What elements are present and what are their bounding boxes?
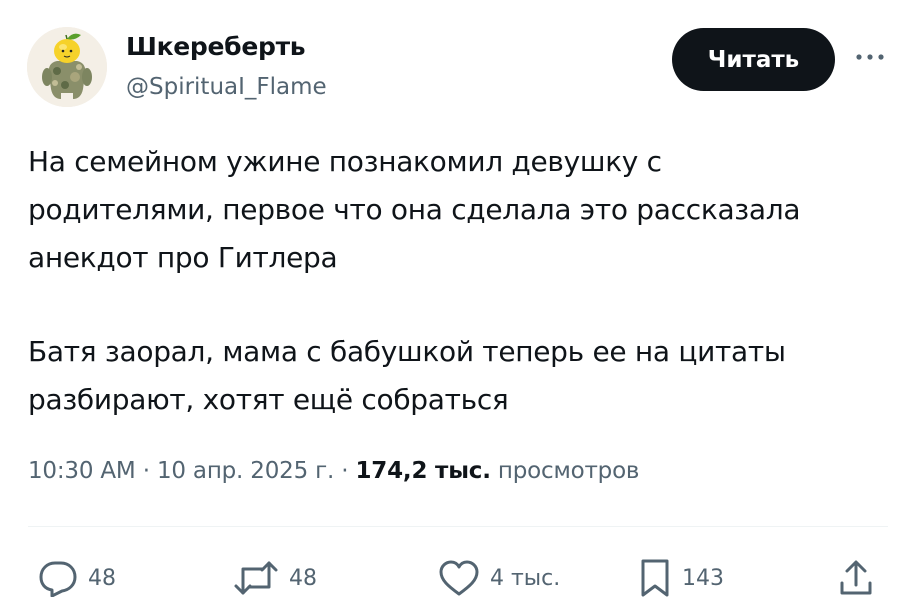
like-button[interactable]: 4 тыс. [438,558,560,598]
bookmark-button[interactable]: 143 [638,558,724,598]
follow-button[interactable]: Читать [672,28,835,91]
heart-icon [438,559,480,597]
tweet-card: Шкереберть @SpirituaI_Flame Читать На се… [0,0,918,615]
meta-separator: · [341,458,349,484]
author-display-name[interactable]: Шкереберть [126,32,306,61]
like-count: 4 тыс. [490,565,561,591]
reply-button[interactable]: 48 [38,558,116,598]
bookmark-count: 143 [682,565,724,591]
tweet-line: анекдот про Гитлера [28,241,338,274]
reply-icon [38,559,78,597]
tweet-meta: 10:30 AM · 10 апр. 2025 г. · 174,2 тыс. … [28,458,639,484]
meta-separator: · [142,458,150,484]
tweet-text: На семейном ужине познакомил девушку с р… [28,138,888,424]
views-count: 174,2 тыс. [355,458,491,484]
avatar[interactable] [27,27,107,107]
reply-count: 48 [88,565,116,591]
tweet-line: На семейном ужине познакомил девушку с [28,145,662,178]
author-handle[interactable]: @SpirituaI_Flame [126,74,327,100]
share-button[interactable] [838,558,874,598]
tweet-line: Батя заорал, мама с бабушкой теперь ее н… [28,335,786,368]
divider [28,526,888,527]
repost-button[interactable]: 48 [233,558,317,598]
tweet-time[interactable]: 10:30 AM [28,458,136,484]
repost-icon [233,559,279,597]
share-icon [838,559,874,597]
tweet-line: разбирают, хотят ещё собраться [28,383,509,416]
views-label: просмотров [497,458,640,484]
tweet-date[interactable]: 10 апр. 2025 г. [157,458,334,484]
bookmark-icon [638,558,672,598]
tweet-line: родителями, первое что она сделала это р… [28,193,801,226]
more-icon[interactable] [850,42,890,72]
repost-count: 48 [289,565,317,591]
